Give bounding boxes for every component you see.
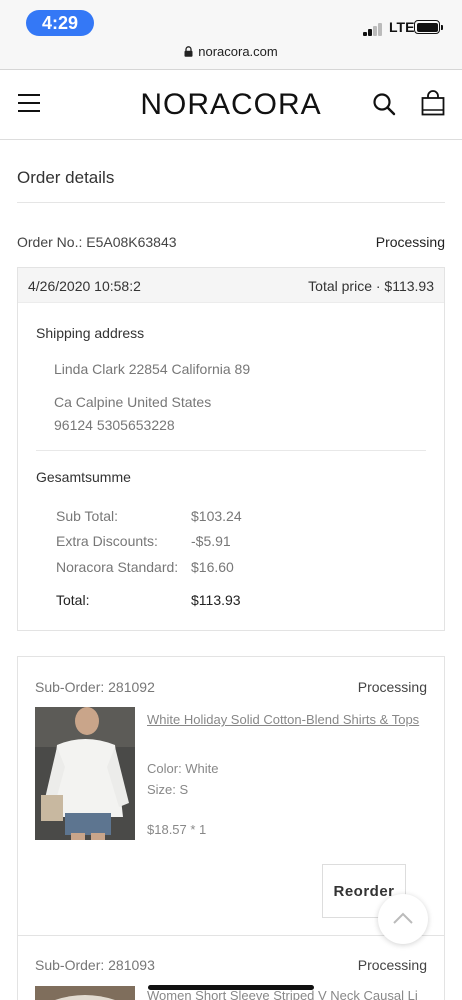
order-number: Order No.: E5A08K63843	[17, 234, 177, 250]
summary-row: Extra Discounts: -$5.91	[56, 533, 231, 549]
order-summary-card: 4/26/2020 10:58:2 Total price · $113.93 …	[17, 267, 445, 631]
battery-icon	[414, 20, 443, 34]
site-header: NORACORA	[0, 70, 462, 140]
sub-order-id: Sub-Order: 281092	[35, 679, 155, 695]
order-date: 4/26/2020 10:58:2	[28, 278, 141, 294]
summary-value: $16.60	[191, 559, 234, 575]
product-color: Color: White	[147, 761, 219, 776]
status-bar: 4:29 LTE noracora.com	[0, 0, 462, 70]
order-total-price: Total price · $113.93	[308, 278, 434, 294]
address-line: Ca Calpine United States	[54, 394, 212, 410]
network-label: LTE	[389, 19, 415, 35]
chevron-up-icon	[393, 912, 413, 924]
product-price: $18.57 * 1	[147, 822, 207, 837]
status-time: 4:29	[26, 10, 94, 36]
summary-row: Noracora Standard: $16.60	[56, 559, 234, 575]
summary-label: Sub Total:	[56, 508, 119, 524]
summary-total-value: $113.93	[191, 592, 241, 608]
order-card-header: 4/26/2020 10:58:2 Total price · $113.93	[18, 268, 444, 303]
sub-order-status: Processing	[357, 679, 427, 695]
summary-value: $103.24	[191, 508, 242, 524]
product-image[interactable]	[35, 707, 135, 840]
sub-order-id: Sub-Order: 281093	[35, 957, 155, 973]
shipping-address-title: Shipping address	[36, 325, 145, 341]
summary-title: Gesamtsumme	[36, 469, 131, 485]
summary-label: Noracora Standard:	[56, 559, 179, 575]
divider	[36, 450, 426, 451]
search-icon[interactable]	[372, 92, 396, 116]
scroll-to-top-button[interactable]	[378, 894, 428, 944]
product-photo	[35, 986, 135, 1000]
signal-icon	[363, 22, 385, 36]
product-link[interactable]: White Holiday Solid Cotton-Blend Shirts …	[147, 712, 419, 727]
page-title: Order details	[17, 168, 115, 187]
address-line: 96124 5305653228	[54, 417, 175, 433]
home-indicator[interactable]	[148, 985, 314, 990]
sub-order-status: Processing	[357, 957, 427, 973]
summary-total-label: Total:	[56, 592, 90, 608]
sub-order-card: Sub-Order: 281093 Processing Women Short…	[17, 935, 445, 1000]
product-image[interactable]	[35, 986, 135, 1000]
divider	[17, 202, 445, 203]
product-photo	[35, 707, 135, 840]
lock-icon	[184, 46, 193, 57]
summary-row: Sub Total: $103.24	[56, 508, 242, 524]
summary-total-row: Total: $113.93	[56, 592, 241, 608]
url-text: noracora.com	[198, 44, 278, 59]
summary-value: -$5.91	[191, 533, 231, 549]
product-size: Size: S	[147, 782, 189, 797]
shopping-bag-icon[interactable]	[421, 90, 445, 116]
summary-label: Extra Discounts:	[56, 533, 158, 549]
url-bar[interactable]: noracora.com	[0, 44, 462, 59]
address-line: Linda Clark 22854 California 89	[54, 361, 251, 377]
order-status: Processing	[375, 234, 445, 250]
